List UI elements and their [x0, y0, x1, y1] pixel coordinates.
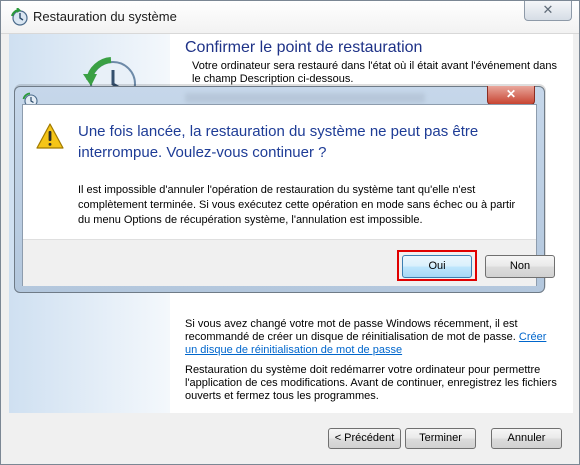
- restart-info: Restauration du système doit redémarrer …: [185, 364, 557, 402]
- window-close-button[interactable]: ✕: [524, 1, 572, 21]
- password-info-text: Si vous avez changé votre mot de passe W…: [185, 318, 518, 343]
- window-titlebar[interactable]: Restauration du système ✕: [1, 1, 579, 34]
- finish-button[interactable]: Terminer: [405, 428, 476, 449]
- close-icon: ✕: [542, 2, 554, 17]
- yes-button[interactable]: Oui: [402, 255, 472, 278]
- no-button[interactable]: Non: [485, 255, 555, 278]
- dialog-body-text: Il est impossible d'annuler l'opération …: [78, 184, 516, 226]
- close-icon: ✕: [505, 87, 517, 101]
- confirm-dialog: ✕ Une fois lancée, la restauration du sy…: [14, 86, 555, 293]
- cancel-button[interactable]: Annuler: [491, 428, 562, 449]
- page-title: Confirmer le point de restauration: [185, 39, 423, 56]
- previous-button[interactable]: < Précédent: [328, 428, 401, 449]
- warning-icon: [36, 123, 64, 149]
- blurred-caption: [185, 93, 425, 103]
- password-info: Si vous avez changé votre mot de passe W…: [185, 318, 561, 357]
- window-title: Restauration du système: [33, 9, 177, 24]
- page-description: Votre ordinateur sera restauré dans l'ét…: [192, 60, 557, 85]
- dialog-panel: Une fois lancée, la restauration du syst…: [22, 104, 555, 286]
- system-restore-icon: [11, 8, 28, 26]
- dialog-close-button[interactable]: ✕: [487, 86, 535, 105]
- dialog-main-instruction: Une fois lancée, la restauration du syst…: [78, 123, 479, 161]
